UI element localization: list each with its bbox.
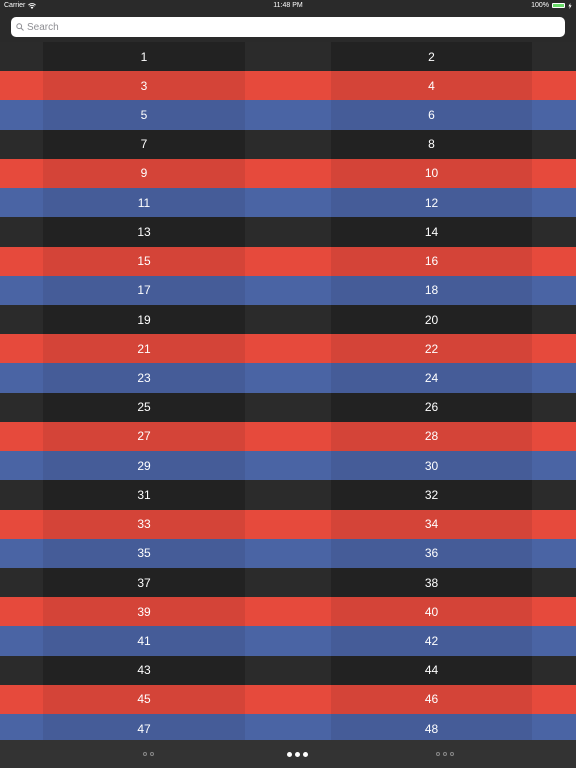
grid-cell[interactable]: 14 — [331, 217, 532, 247]
tab-dot-icon — [294, 751, 300, 757]
grid-cell[interactable]: 24 — [331, 363, 532, 393]
grid-row[interactable]: 23 24 — [0, 363, 576, 393]
grid-cell[interactable]: 47 — [43, 714, 245, 744]
grid-row[interactable]: 31 32 — [0, 480, 576, 510]
grid-row[interactable]: 9 10 — [0, 158, 576, 189]
grid-row[interactable]: 33 34 — [0, 509, 576, 539]
grid-cell[interactable]: 29 — [43, 451, 245, 481]
grid-row[interactable]: 41 42 — [0, 626, 576, 656]
grid-cell[interactable]: 21 — [43, 334, 245, 364]
grid-cell[interactable]: 5 — [43, 100, 245, 130]
status-right: 100% — [531, 2, 572, 9]
grid-cell[interactable]: 34 — [331, 509, 532, 539]
grid-row[interactable]: 12 — [0, 42, 576, 72]
grid-cell[interactable]: 17 — [43, 275, 245, 305]
tab-three-dots-filled[interactable] — [247, 740, 347, 768]
tab-dot-icon — [286, 751, 292, 757]
grid-row[interactable]: 27 28 — [0, 421, 576, 452]
grid-cell[interactable]: 1 — [43, 42, 245, 72]
grid-cell[interactable]: 8 — [331, 129, 532, 159]
grid-row[interactable]: 21 22 — [0, 334, 576, 364]
grid-row[interactable]: 35 36 — [0, 538, 576, 568]
charging-bolt-icon — [568, 2, 572, 9]
search-header — [0, 12, 576, 42]
tab-dot-icon — [302, 751, 308, 757]
grid-cell[interactable]: 30 — [331, 451, 532, 481]
grid-cell[interactable]: 45 — [43, 684, 245, 715]
search-icon — [16, 23, 24, 31]
grid-cell[interactable]: 26 — [331, 392, 532, 422]
tab-three-dots-outline[interactable] — [395, 740, 495, 768]
grid-cell[interactable]: 13 — [43, 217, 245, 247]
grid-cell[interactable]: 42 — [331, 626, 532, 656]
tab-dot-icon — [142, 752, 147, 756]
grid-cell[interactable]: 41 — [43, 626, 245, 656]
grid-cell[interactable]: 28 — [331, 421, 532, 452]
grid-row[interactable]: 47 48 — [0, 714, 576, 744]
grid-cell[interactable]: 48 — [331, 714, 532, 744]
grid-row[interactable]: 29 30 — [0, 451, 576, 481]
grid-cell[interactable]: 23 — [43, 363, 245, 393]
grid-cell[interactable]: 9 — [43, 158, 245, 189]
grid-cell[interactable]: 16 — [331, 246, 532, 276]
tab-two-dots[interactable] — [98, 740, 198, 768]
status-time: 11:48 PM — [273, 2, 303, 9]
search-input[interactable] — [27, 21, 547, 33]
grid-cell[interactable]: 25 — [43, 392, 245, 422]
grid-cell[interactable]: 18 — [331, 275, 532, 305]
grid-cell[interactable]: 7 — [43, 129, 245, 159]
tab-dot-icon — [450, 752, 454, 756]
search-bar[interactable] — [11, 17, 565, 37]
grid-cell[interactable]: 6 — [331, 100, 532, 130]
grid-row[interactable]: 39 40 — [0, 597, 576, 627]
grid-row[interactable]: 43 44 — [0, 655, 576, 685]
grid-cell[interactable]: 38 — [331, 567, 532, 598]
grid-cell[interactable]: 43 — [43, 655, 245, 685]
grid-row[interactable]: 11 12 — [0, 188, 576, 218]
grid-cell[interactable]: 31 — [43, 480, 245, 510]
grid-cell[interactable]: 3 — [43, 71, 245, 101]
grid-cell[interactable]: 19 — [43, 304, 245, 335]
grid-cell[interactable]: 10 — [331, 158, 532, 189]
status-bar: Carrier 11:48 PM 100% — [0, 0, 576, 12]
grid-cell[interactable]: 36 — [331, 538, 532, 568]
grid-cell[interactable]: 20 — [331, 304, 532, 335]
grid-cell[interactable]: 40 — [331, 597, 532, 627]
grid-row[interactable]: 19 20 — [0, 304, 576, 335]
grid-cell[interactable]: 33 — [43, 509, 245, 539]
battery-icon — [552, 3, 565, 8]
grid-cell[interactable]: 12 — [331, 188, 532, 218]
grid-cell[interactable]: 32 — [331, 480, 532, 510]
grid-cell[interactable]: 27 — [43, 421, 245, 452]
grid-cell[interactable]: 15 — [43, 246, 245, 276]
grid-row[interactable]: 17 18 — [0, 275, 576, 305]
grid-row[interactable]: 25 26 — [0, 392, 576, 422]
battery-percent: 100% — [531, 2, 549, 9]
tab-dot-icon — [443, 752, 447, 756]
grid-cell[interactable]: 37 — [43, 567, 245, 598]
grid-cell[interactable]: 11 — [43, 188, 245, 218]
number-grid: 1 2 3 4 5 6 7 8 9 10 11 12 13 14 15 16 17 18 19 20 21 22 23 24 2… — [0, 42, 576, 744]
grid-row[interactable]: 15 16 — [0, 246, 576, 276]
grid-cell[interactable]: 46 — [331, 684, 532, 715]
grid-cell[interactable]: 2 — [331, 42, 532, 72]
tab-bar — [0, 740, 576, 768]
grid-cell[interactable]: 35 — [43, 538, 245, 568]
tab-dot-icon — [436, 752, 440, 756]
grid-row[interactable]: 45 46 — [0, 684, 576, 715]
grid-cell[interactable]: 4 — [331, 71, 532, 101]
grid-row[interactable]: 78 — [0, 129, 576, 159]
tab-dot-icon — [149, 752, 154, 756]
grid-cell[interactable]: 39 — [43, 597, 245, 627]
grid-row[interactable]: 34 — [0, 71, 576, 101]
grid-cell[interactable]: 22 — [331, 334, 532, 364]
grid-row[interactable]: 56 — [0, 100, 576, 130]
grid-cell[interactable]: 44 — [331, 655, 532, 685]
grid-row[interactable]: 37 38 — [0, 567, 576, 598]
grid-row[interactable]: 13 14 — [0, 217, 576, 247]
